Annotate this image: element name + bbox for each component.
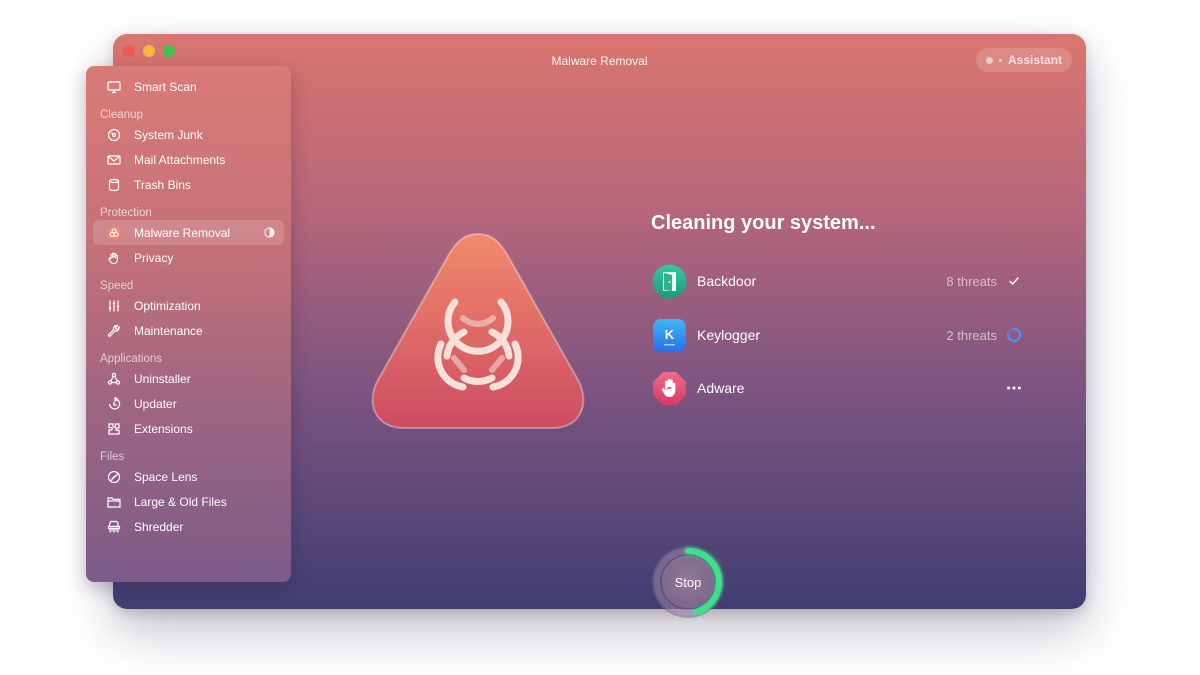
sidebar-section-files: Files — [100, 451, 125, 463]
sliders-icon — [107, 299, 121, 313]
sidebar-item-label: Updater — [134, 396, 177, 411]
biohazard-icon — [107, 226, 121, 240]
assistant-button[interactable]: Assistant — [976, 48, 1072, 72]
sidebar-item-label: Uninstaller — [134, 371, 191, 386]
sidebar-item-label: System Junk — [134, 127, 203, 142]
threat-count: 8 threats — [946, 273, 997, 289]
threat-name: Backdoor — [697, 273, 757, 289]
sidebar-item-updater[interactable]: Updater — [93, 391, 284, 416]
sidebar-section-applications: Applications — [100, 353, 163, 365]
keylogger-icon-letter: K — [665, 327, 675, 342]
assistant-status-icon — [986, 56, 993, 64]
updater-icon — [107, 396, 121, 411]
backdoor-icon — [652, 264, 687, 298]
biohazard-hero-icon — [371, 232, 585, 429]
sidebar-item-space-lens[interactable]: Space Lens — [93, 464, 284, 489]
spinner-icon — [1006, 327, 1022, 343]
more-dots-icon — [1006, 380, 1022, 396]
sidebar-item-label: Maintenance — [134, 323, 203, 338]
assistant-dot-icon — [999, 58, 1002, 62]
sidebar-item-smart-scan[interactable]: Smart Scan — [93, 74, 284, 99]
page-title: Cleaning your system... — [651, 212, 876, 234]
checkmark-icon — [1006, 273, 1022, 289]
sidebar-item-extensions[interactable]: Extensions — [93, 416, 284, 441]
stop-button[interactable]: Stop — [662, 556, 714, 608]
sidebar-section-cleanup: Cleanup — [100, 109, 143, 121]
disk-icon — [107, 128, 121, 142]
shredder-icon — [107, 520, 121, 534]
sidebar-item-label: Privacy — [134, 250, 174, 265]
lens-icon — [107, 470, 121, 484]
sidebar-item-label: Optimization — [134, 298, 201, 313]
sidebar-item-shredder[interactable]: Shredder — [93, 514, 284, 539]
sidebar-item-label: Smart Scan — [134, 79, 197, 94]
threat-name: Keylogger — [697, 327, 761, 343]
wrench-icon — [107, 324, 121, 338]
sidebar-item-label: Large & Old Files — [134, 494, 227, 509]
adware-icon — [653, 371, 686, 405]
stop-control: Stop — [650, 544, 726, 620]
sidebar-item-maintenance[interactable]: Maintenance — [93, 318, 284, 343]
threat-row-adware: Adware — [652, 370, 1022, 406]
threat-count: 2 threats — [946, 327, 997, 343]
threat-row-keylogger: K Keylogger 2 threats — [652, 317, 1022, 353]
monitor-icon — [107, 80, 121, 94]
sidebar-item-optimization[interactable]: Optimization — [93, 293, 284, 318]
sidebar-item-mail-attachments[interactable]: Mail Attachments — [93, 147, 284, 172]
trash-icon — [107, 178, 121, 192]
threat-row-backdoor: Backdoor 8 threats — [652, 263, 1022, 299]
sidebar-section-protection: Protection — [100, 207, 152, 219]
mail-icon — [107, 153, 121, 167]
hand-icon — [107, 251, 121, 265]
sidebar-item-privacy[interactable]: Privacy — [93, 245, 284, 270]
sidebar-item-uninstaller[interactable]: Uninstaller — [93, 366, 284, 391]
sidebar-item-malware-removal[interactable]: Malware Removal — [93, 220, 284, 245]
sidebar-item-trash-bins[interactable]: Trash Bins — [93, 172, 284, 197]
sidebar-item-large-old-files[interactable]: Large & Old Files — [93, 489, 284, 514]
folder-icon — [107, 495, 121, 509]
sidebar-section-speed: Speed — [100, 280, 134, 292]
scan-progress-icon — [264, 227, 275, 238]
extensions-icon — [107, 422, 121, 436]
sidebar-item-label: Trash Bins — [134, 177, 191, 192]
sidebar: Smart Scan Cleanup System Junk Mail Atta… — [86, 66, 291, 582]
keylogger-icon: K — [653, 318, 686, 352]
assistant-label: Assistant — [1008, 53, 1063, 67]
sidebar-item-label: Malware Removal — [134, 225, 231, 240]
sidebar-item-label: Space Lens — [134, 469, 198, 484]
uninstaller-icon — [107, 372, 121, 386]
sidebar-item-label: Extensions — [134, 421, 193, 436]
sidebar-item-label: Shredder — [134, 519, 184, 534]
sidebar-item-system-junk[interactable]: System Junk — [93, 122, 284, 147]
threat-name: Adware — [697, 380, 745, 396]
sidebar-item-label: Mail Attachments — [134, 152, 226, 167]
